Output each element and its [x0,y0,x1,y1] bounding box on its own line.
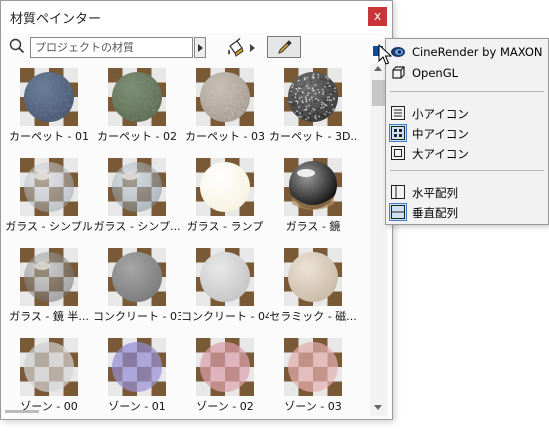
material-preview [196,158,254,216]
material-label: ガラス - シンプ... [93,220,181,233]
close-button[interactable]: x [368,7,387,26]
material-thumbnail[interactable]: カーペット - 02 [93,64,181,154]
menu-item-large-icons[interactable]: 大アイコン [386,143,548,163]
material-thumbnail[interactable]: ガラス - 鏡 半... [5,244,93,334]
menu-item-label: 垂直配列 [412,206,458,220]
paint-bucket-icon[interactable] [226,37,248,59]
material-preview [284,158,342,216]
material-label: セラミック - 磁... [269,310,357,323]
small-icons-icon [390,105,406,121]
menu-separator [390,91,544,92]
menu-item-label: OpenGL [412,66,459,80]
material-label: カーペット - 03 [185,130,265,143]
menu-item-label: CineRender by MAXON [412,45,543,59]
material-label: コンクリート - 04 [181,310,269,323]
material-preview [284,338,342,396]
material-label: ガラス - 鏡 半... [9,310,89,323]
menu-item-label: 小アイコン [412,107,469,121]
material-label: ガラス - シンプル [5,220,93,233]
material-label: ガラス - 鏡 [285,220,341,233]
material-preview [108,158,166,216]
material-thumbnail[interactable]: ガラス - ランプ [181,154,269,244]
material-label: コンクリート - 03 [93,310,181,323]
material-preview [284,68,342,126]
eyedropper-button[interactable] [267,36,301,58]
menu-item-opengl[interactable]: OpenGL [386,63,548,83]
search-options-button[interactable] [194,37,206,58]
horizontal-layout-icon [390,184,406,200]
material-thumbnail[interactable]: ゾーン - 02 [181,334,269,416]
material-label: カーペット - 01 [9,130,89,143]
material-label: カーペット - 02 [97,130,177,143]
material-thumbnail[interactable]: ゾーン - 03 [269,334,357,416]
material-thumbnail[interactable]: コンクリート - 04 [181,244,269,334]
menu-item-label: 中アイコン [412,127,469,141]
scroll-up-icon[interactable] [374,66,382,71]
palette-title: 材質ペインター [10,12,102,27]
material-preview [20,158,78,216]
scroll-down-icon[interactable] [374,405,382,410]
material-preview [108,338,166,396]
view-options-menu: CineRender by MAXON OpenGL 小アイコン 中アイコン 大… [385,38,549,225]
material-label: ゾーン - 03 [284,400,342,413]
material-thumbnail[interactable]: ゾーン - 00 [5,334,93,416]
material-grid: カーペット - 01 カーペット - 02 カーペット - 03 カーペット - 3D… [5,64,369,416]
menu-item-vertical-layout[interactable]: 垂直配列 [386,202,548,222]
title-bar[interactable]: 材質ペインター x [1,1,392,33]
menu-separator [390,170,544,171]
material-preview [196,338,254,396]
material-preview [108,68,166,126]
menu-item-cinerender[interactable]: CineRender by MAXON [386,42,548,62]
toolbar [1,34,392,62]
material-thumbnail[interactable]: ガラス - シンプル [5,154,93,244]
menu-item-label: 大アイコン [412,147,469,161]
mouse-cursor-icon [378,44,392,65]
material-label: ガラス - ランプ [186,220,264,233]
material-preview [20,68,78,126]
material-preview [20,248,78,306]
horizontal-scroll-indicator [5,410,39,413]
scroll-thumb[interactable] [372,80,385,106]
material-thumbnail[interactable]: カーペット - 01 [5,64,93,154]
material-thumbnail[interactable]: コンクリート - 03 [93,244,181,334]
material-preview [108,248,166,306]
material-thumbnail[interactable]: カーペット - 03 [181,64,269,154]
material-label: カーペット - 3D... [269,130,357,143]
paint-options-arrow-icon[interactable] [250,44,255,52]
material-preview [20,338,78,396]
menu-item-label: 水平配列 [412,186,458,200]
material-thumbnail[interactable]: ガラス - 鏡 [269,154,357,244]
material-thumbnail[interactable]: カーペット - 3D... [269,64,357,154]
material-painter-palette: 材質ペインター x カーペット - 01 カーペット - 02 カーペット - 03… [0,0,393,420]
material-thumbnail[interactable]: ガラス - シンプ... [93,154,181,244]
search-icon [9,38,25,54]
vertical-layout-icon [389,203,407,221]
material-thumbnail[interactable]: ゾーン - 01 [93,334,181,416]
menu-item-small-icons[interactable]: 小アイコン [386,103,548,123]
material-preview [284,248,342,306]
material-thumbnail[interactable]: セラミック - 磁... [269,244,357,334]
material-preview [196,248,254,306]
material-label: ゾーン - 01 [108,400,166,413]
search-input[interactable] [30,37,193,58]
menu-item-horizontal-layout[interactable]: 水平配列 [386,182,548,202]
material-preview [196,68,254,126]
large-icons-icon [390,145,406,161]
menu-item-medium-icons[interactable]: 中アイコン [386,123,548,143]
medium-icons-icon [389,124,407,142]
eyedropper-icon [278,40,292,54]
opengl-cube-icon [390,65,406,81]
material-label: ゾーン - 02 [196,400,254,413]
cinerender-icon [390,44,406,60]
